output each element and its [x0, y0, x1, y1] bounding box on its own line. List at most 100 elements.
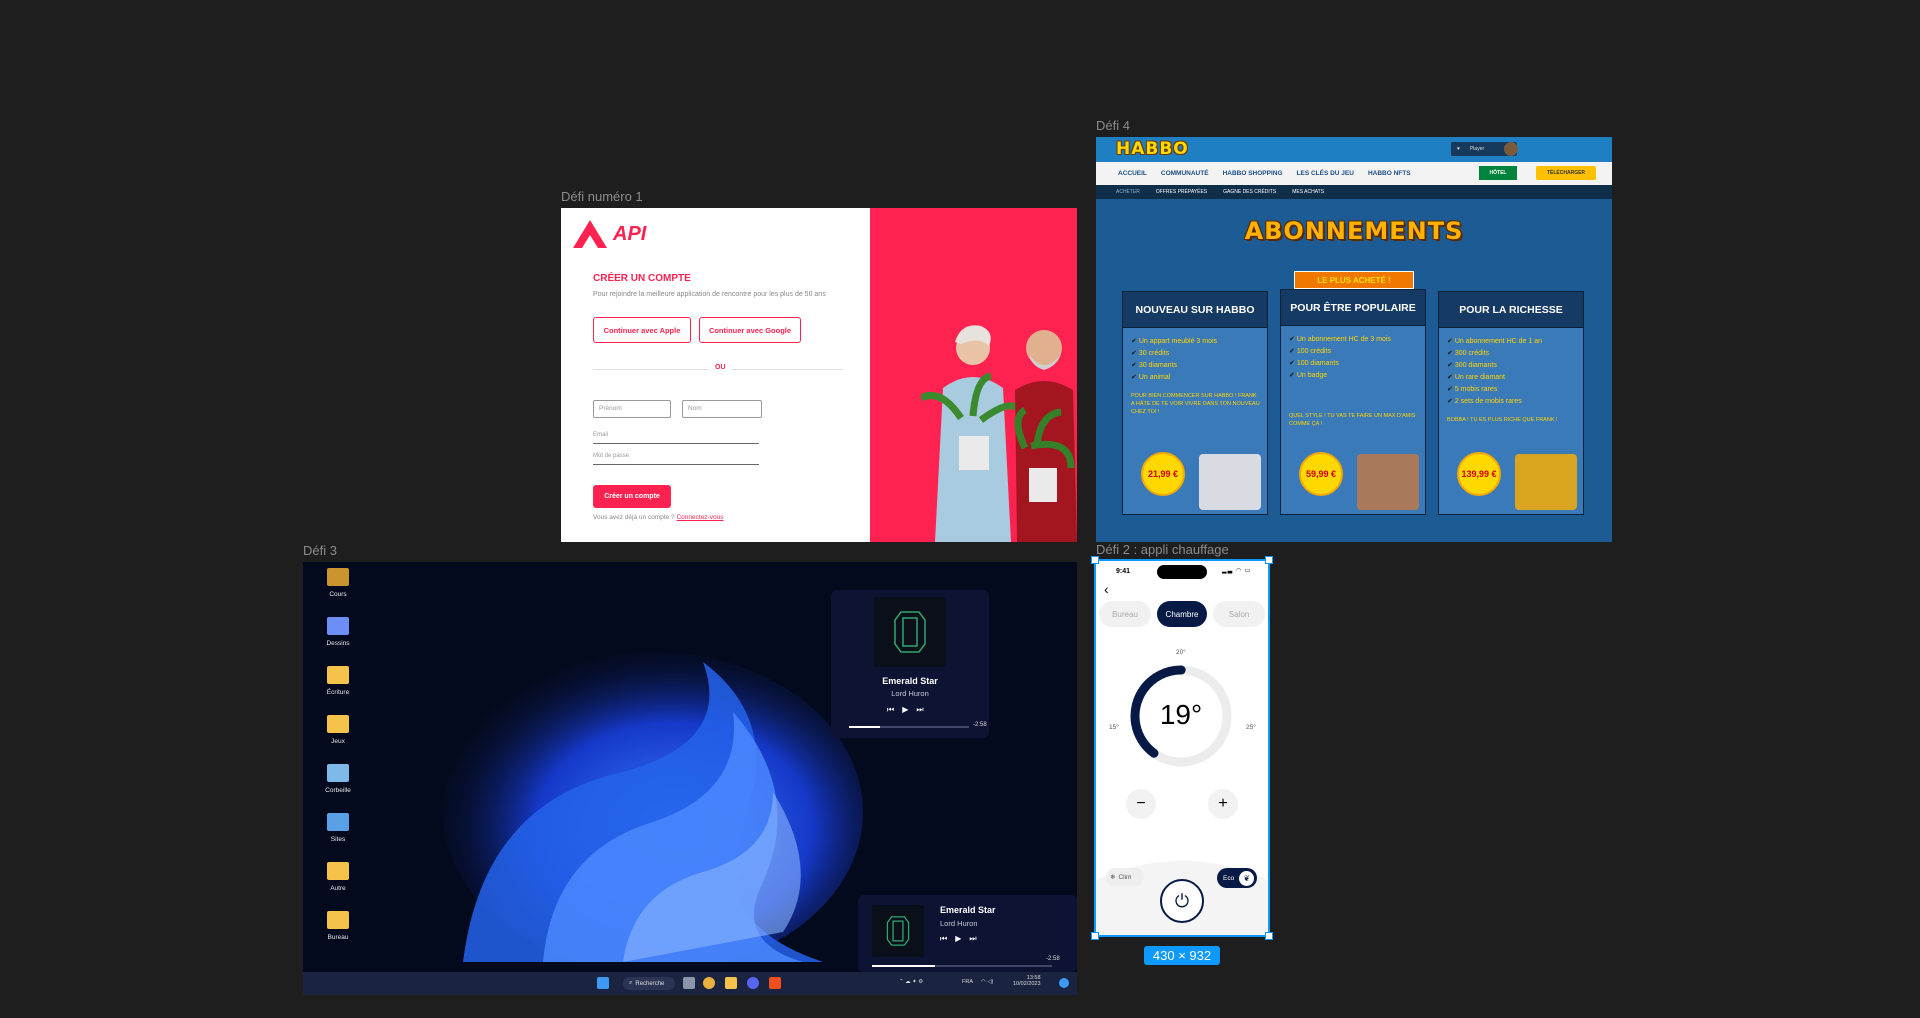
- previous-icon[interactable]: ⏮: [940, 934, 955, 943]
- desktop-icon-dessins[interactable]: Dessins: [315, 617, 361, 647]
- have-account-text: Vous avez déjà un compte ?: [593, 514, 675, 521]
- api-mountain-icon: [573, 220, 607, 248]
- album-cover: [874, 597, 946, 667]
- crowd-illustration: [1357, 454, 1419, 510]
- frame-defi3-desktop[interactable]: Cours Dessins Écriture Jeux Corbeille Si…: [303, 562, 1077, 995]
- desktop-icon-label: Bureau: [327, 934, 349, 941]
- subnav-acheter[interactable]: ACHETER: [1116, 189, 1140, 195]
- frame-label-defi4[interactable]: Défi 4: [1096, 118, 1130, 133]
- previous-icon[interactable]: ⏮: [887, 705, 902, 714]
- seniors-photo: [921, 325, 1077, 542]
- desktop-icon-corbeille[interactable]: Corbeille: [315, 764, 361, 794]
- plan-card-popular[interactable]: POUR ÊTRE POPULAIRE Un abonnement HC de …: [1280, 289, 1426, 515]
- taskbar-search[interactable]: ⌕ Recherche: [623, 977, 675, 990]
- progress-bar[interactable]: [872, 965, 1052, 967]
- best-seller-badge: LE PLUS ACHETÉ !: [1294, 271, 1414, 289]
- resize-handle-bottom-right[interactable]: [1265, 932, 1273, 940]
- nav-accueil[interactable]: ACCUEIL: [1118, 170, 1147, 177]
- progress-bar[interactable]: [849, 726, 969, 728]
- desktop-icon-label: Jeux: [331, 738, 345, 745]
- desktop-icon-autre[interactable]: Autre: [315, 862, 361, 892]
- nav-cles[interactable]: LES CLÉS DU JEU: [1297, 170, 1354, 177]
- folder-icon: [327, 813, 349, 831]
- resize-handle-top-left[interactable]: [1091, 556, 1099, 564]
- file-explorer-icon[interactable]: [725, 977, 737, 989]
- plan-feature: 300 crédits: [1447, 348, 1583, 360]
- plan-price[interactable]: 139,99 €: [1457, 452, 1501, 496]
- search-icon: ⌕: [629, 980, 633, 986]
- user-avatar[interactable]: [1504, 142, 1518, 156]
- clock[interactable]: 13:58 10/02/2023: [1013, 975, 1041, 987]
- selection-size-badge: 430 × 932: [1144, 946, 1220, 965]
- room-illustration: [1199, 454, 1261, 510]
- resize-handle-bottom-left[interactable]: [1091, 932, 1099, 940]
- nav-nfts[interactable]: HABBO NFTS: [1368, 170, 1411, 177]
- desktop-icon-label: Écriture: [326, 689, 350, 696]
- email-field[interactable]: Email: [593, 432, 759, 444]
- plan-feature: 100 diamants: [1289, 358, 1425, 370]
- next-icon[interactable]: ⏭: [916, 705, 931, 714]
- start-windows-icon[interactable]: [597, 977, 609, 989]
- desktop-icon-bureau[interactable]: Bureau: [315, 911, 361, 941]
- frame-label-defi1[interactable]: Défi numéro 1: [561, 189, 643, 204]
- plan-card-rich[interactable]: POUR LA RICHESSE Un abonnement HC de 1 a…: [1438, 291, 1584, 515]
- password-field[interactable]: Mot de passe: [593, 453, 759, 465]
- hotel-button[interactable]: HÔTEL: [1479, 166, 1517, 180]
- figma-icon[interactable]: [769, 977, 781, 989]
- google-signin-button[interactable]: Continuer avec Google: [699, 317, 801, 343]
- language-indicator[interactable]: FRA: [962, 979, 973, 985]
- next-icon[interactable]: ⏭: [969, 934, 984, 943]
- or-text: OU: [709, 364, 732, 371]
- lastname-input[interactable]: Nom: [682, 400, 762, 418]
- network-volume-icons[interactable]: ◠ ◁): [981, 979, 993, 985]
- resize-handle-top-right[interactable]: [1265, 556, 1273, 564]
- create-account-button[interactable]: Créer un compte: [593, 485, 671, 508]
- plan-features: Un abonnement HC de 3 mois 100 crédits 1…: [1289, 334, 1425, 382]
- api-logo: API: [571, 218, 646, 250]
- desktop-icon-cours[interactable]: Cours: [315, 568, 361, 598]
- login-link[interactable]: Connectez-vous: [676, 514, 723, 521]
- plan-blurb: POUR BIEN COMMENCER SUR HABBO ! FRANK A …: [1131, 393, 1260, 415]
- chrome-icon[interactable]: [703, 977, 715, 989]
- frame-defi1-signup[interactable]: API CRÉER UN COMPTE Pour rejoindre la me…: [561, 208, 1077, 542]
- play-icon[interactable]: ▶: [902, 705, 916, 714]
- download-button[interactable]: TÉLÉCHARGER: [1536, 166, 1596, 180]
- plan-card-new[interactable]: NOUVEAU SUR HABBO Un appart meublé 3 moi…: [1122, 291, 1268, 515]
- nav-communaute[interactable]: COMMUNAUTÉ: [1161, 170, 1209, 177]
- frame-label-defi3[interactable]: Défi 3: [303, 543, 337, 558]
- desktop-icon-label: Dessins: [326, 640, 350, 647]
- nav-shopping[interactable]: HABBO SHOPPING: [1223, 170, 1283, 177]
- subnav-offres[interactable]: OFFRES PRÉPAYÉES: [1156, 189, 1207, 195]
- habbo-subnav: ACHETER OFFRES PRÉPAYÉES GAGNE DES CRÉDI…: [1096, 185, 1612, 199]
- desktop-icon-sites[interactable]: Sites: [315, 813, 361, 843]
- plan-price[interactable]: 21,99 €: [1141, 452, 1185, 496]
- frame-label-defi2[interactable]: Défi 2 : appli chauffage: [1096, 542, 1229, 557]
- tray-icons[interactable]: ⌃ ☁ ✦ ⚙: [899, 979, 923, 985]
- subnav-achats[interactable]: MES ACHATS: [1292, 189, 1324, 195]
- habbo-logo[interactable]: HABBO: [1116, 139, 1188, 161]
- desktop-icon-jeux[interactable]: Jeux: [315, 715, 361, 745]
- desktop-icon-label: Autre: [330, 885, 346, 892]
- notification-icon[interactable]: [1059, 978, 1069, 988]
- frame-defi4-habbo[interactable]: HABBO ♥ Player ACCUEIL COMMUNAUTÉ HABBO …: [1096, 137, 1612, 542]
- gold-illustration: [1515, 454, 1577, 510]
- media-player-small[interactable]: Emerald Star Lord Huron ⏮▶⏭ -2:58: [858, 895, 1077, 972]
- firstname-input[interactable]: Prénom: [593, 400, 671, 418]
- plan-price[interactable]: 59,99 €: [1299, 452, 1343, 496]
- folder-icon: [327, 911, 349, 929]
- plan-feature: Un abonnement HC de 1 an: [1447, 336, 1583, 348]
- apple-signin-button[interactable]: Continuer avec Apple: [593, 317, 691, 343]
- emerald-icon: [894, 611, 926, 653]
- media-player-large[interactable]: Emerald Star Lord Huron ⏮▶⏭ -2:58: [831, 590, 989, 738]
- discord-icon[interactable]: [747, 977, 759, 989]
- recycle-bin-icon: [327, 764, 349, 782]
- taskbar: ⌕ Recherche ⌃ ☁ ✦ ⚙ FRA ◠ ◁) 13:58 10/02…: [303, 972, 1077, 995]
- plan-features: Un appart meublé 3 mois 30 crédits 30 di…: [1131, 336, 1267, 384]
- plan-feature: Un abonnement HC de 3 mois: [1289, 334, 1425, 346]
- task-view-icon[interactable]: [683, 977, 695, 989]
- heart-icon: ♥: [1457, 146, 1460, 152]
- subnav-gagne[interactable]: GAGNE DES CRÉDITS: [1223, 189, 1276, 195]
- play-icon[interactable]: ▶: [955, 934, 969, 943]
- desktop-icon-ecriture[interactable]: Écriture: [315, 666, 361, 696]
- emerald-icon: [886, 916, 910, 946]
